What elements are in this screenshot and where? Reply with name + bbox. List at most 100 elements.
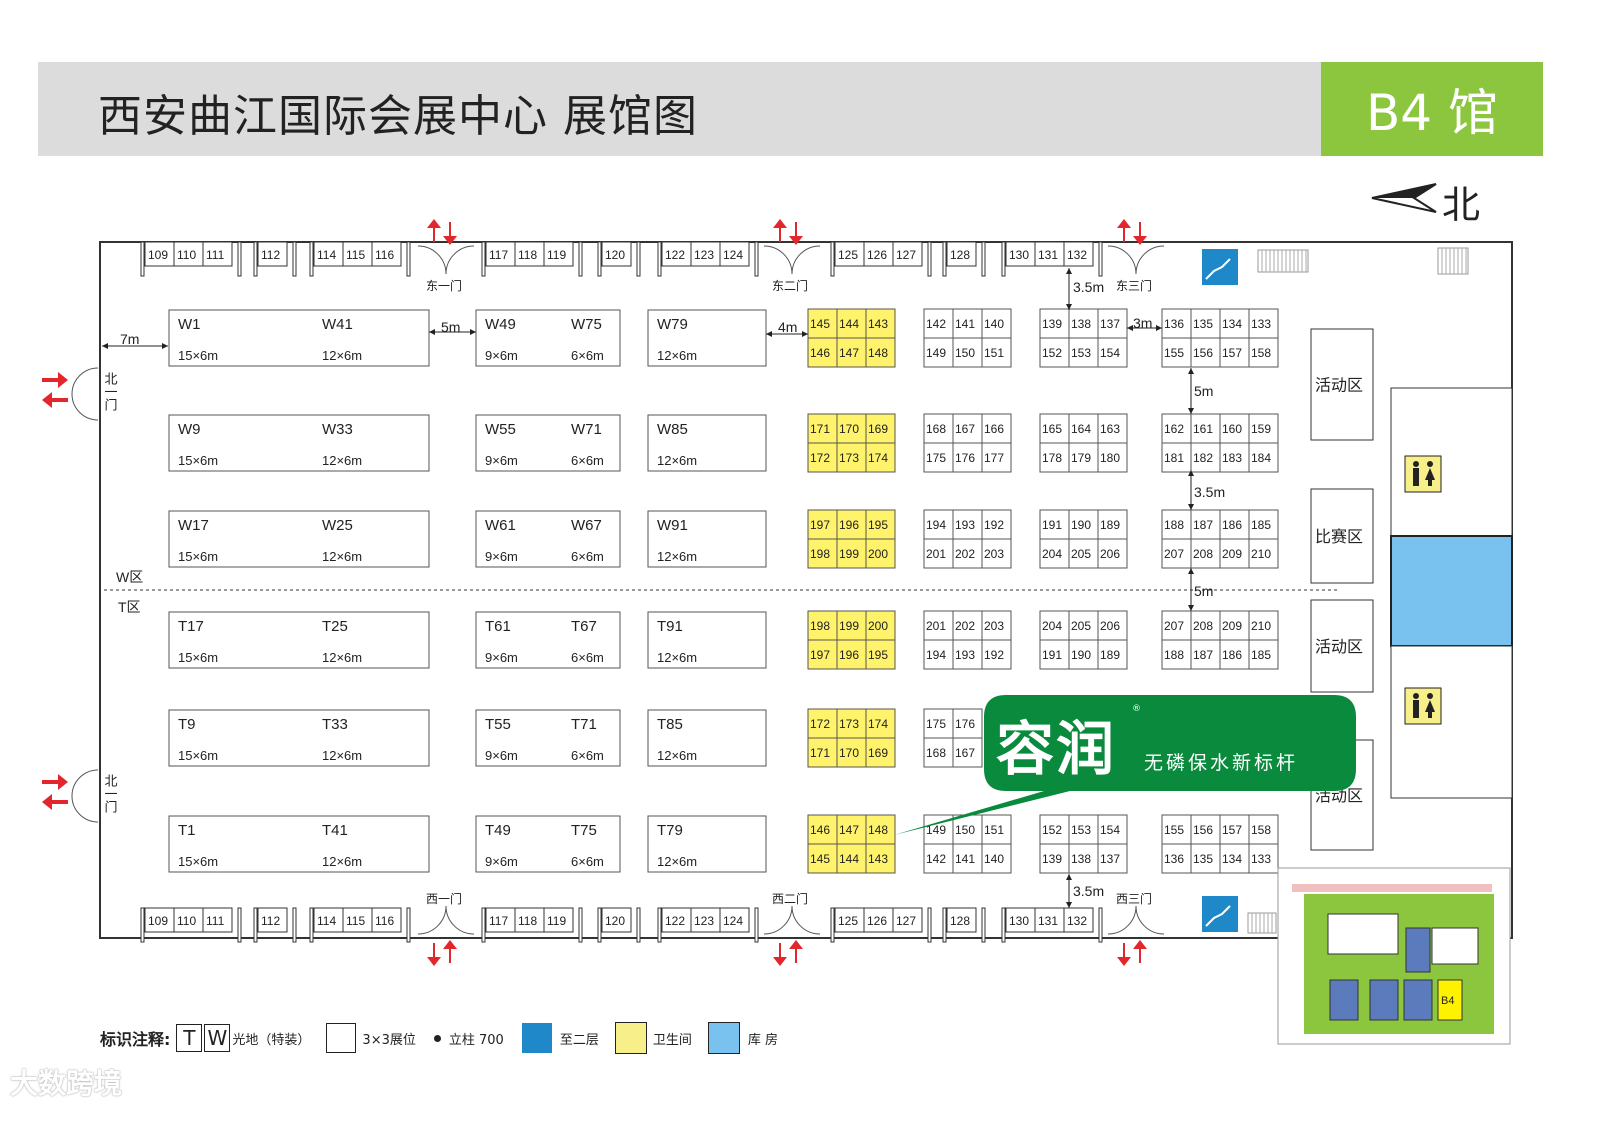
std-booth-label: 140 [984, 317, 1004, 331]
north-door-swing [71, 769, 99, 823]
raw-space-booth-size: 9×6m [485, 650, 518, 665]
std-booth-label: 208 [1193, 619, 1213, 633]
legend-restroom-icon [614, 1022, 647, 1054]
std-booth-label: 192 [984, 648, 1004, 662]
bottom-edge-booth-label: 124 [723, 914, 743, 928]
distance-label: 3.5m [1073, 279, 1104, 295]
std-booth-label: 198 [810, 547, 830, 561]
bottom-edge-booth-label: 120 [605, 914, 625, 928]
bottom-edge-booth-label: 118 [518, 914, 537, 928]
raw-space-booth-id: W61 [485, 517, 516, 534]
distance-label: 5m [441, 319, 460, 335]
raw-space-booth-size: 12×6m [657, 650, 697, 665]
std-booth-label: 194 [926, 518, 946, 532]
std-booth-label: 164 [1071, 422, 1091, 436]
top-edge-booth-label: 112 [261, 248, 280, 262]
door-label-east: 东二门 [772, 278, 808, 293]
std-booth-label: 138 [1071, 317, 1091, 331]
raw-space-booth-id: W55 [485, 421, 516, 438]
inset-map-hall [1405, 927, 1431, 973]
zone-label-t: T区 [118, 599, 141, 615]
edge-pillar [406, 907, 411, 943]
std-booth-label: 191 [1042, 518, 1062, 532]
raw-space-booth-size: 12×6m [322, 854, 362, 869]
std-booth-label: 141 [955, 317, 975, 331]
activity-zone-label: 活动区 [1315, 377, 1363, 395]
door-swing [1107, 245, 1165, 275]
std-booth-label: 142 [926, 317, 946, 331]
std-booth-label: 207 [1164, 547, 1184, 561]
restroom-icon-man-body [1413, 468, 1419, 486]
std-booth-label: 173 [839, 717, 859, 731]
legend-w-box: W [204, 1024, 231, 1052]
std-booth-label: 165 [1042, 422, 1062, 436]
std-booth-label: 190 [1071, 518, 1091, 532]
std-booth-label: 159 [1251, 422, 1271, 436]
distance-label: 3m [1133, 315, 1152, 331]
distance-label: 5m [1194, 383, 1213, 399]
top-edge-booth-label: 110 [177, 248, 196, 262]
std-booth-label: 196 [839, 518, 859, 532]
std-booth-label: 176 [955, 451, 975, 465]
edge-pillar [140, 241, 145, 277]
distance-label: 3.5m [1194, 484, 1225, 500]
ad-slogan: 无磷保水新标杆 [1144, 752, 1299, 774]
std-booth-label: 206 [1100, 547, 1120, 561]
raw-space-booth-size: 12×6m [322, 748, 362, 763]
std-booth-label: 146 [810, 823, 830, 837]
std-booth-label: 205 [1071, 619, 1091, 633]
std-booth-label: 137 [1100, 852, 1120, 866]
distance-label: 3.5m [1073, 883, 1104, 899]
std-booth-label: 181 [1164, 451, 1184, 465]
edge-pillar [830, 907, 835, 943]
bottom-edge-booth-label: 109 [148, 914, 168, 928]
std-booth-label: 193 [955, 648, 975, 662]
std-booth-label: 180 [1100, 451, 1120, 465]
distance-label: 4m [778, 319, 797, 335]
std-booth-label: 156 [1193, 346, 1213, 360]
door-swing [417, 905, 475, 935]
bottom-edge-booth-label: 130 [1009, 914, 1029, 928]
std-booth-label: 166 [984, 422, 1004, 436]
legend-std-booth: 3×3展位 [362, 1032, 416, 1048]
raw-space-booth-size: 9×6m [485, 348, 518, 363]
std-booth-label: 152 [1042, 346, 1062, 360]
bottom-edge-booth-label: 131 [1038, 914, 1058, 928]
zone-label-w: W区 [116, 569, 143, 585]
bottom-edge-booth-label: 128 [950, 914, 970, 928]
legend-stairs: 至二层 [559, 1032, 599, 1048]
raw-space-booth-id: T41 [322, 822, 348, 839]
edge-pillar [830, 241, 835, 277]
std-booth-label: 136 [1164, 852, 1184, 866]
edge-pillar [1098, 907, 1103, 943]
std-booth-label: 189 [1100, 648, 1120, 662]
std-booth-label: 162 [1164, 422, 1184, 436]
edge-pillar [927, 241, 932, 277]
bottom-edge-booth-label: 112 [261, 914, 280, 928]
raw-space-booth-size: 15×6m [178, 650, 218, 665]
raw-space-booth-size: 9×6m [485, 549, 518, 564]
watermark: 大数跨境 [10, 1067, 123, 1100]
raw-space-booth-size: 6×6m [571, 549, 604, 564]
top-edge-booth-label: 130 [1009, 248, 1029, 262]
legend-restroom: 卫生间 [652, 1032, 692, 1048]
edge-pillar [754, 241, 759, 277]
std-booth-label: 186 [1222, 648, 1242, 662]
edge-pillar [927, 907, 932, 943]
std-booth-label: 150 [955, 823, 975, 837]
std-booth-label: 175 [926, 717, 946, 731]
std-booth-label: 178 [1042, 451, 1062, 465]
std-booth-label: 138 [1071, 852, 1091, 866]
std-booth-label: 203 [984, 619, 1004, 633]
legend-storage: 库 房 [747, 1032, 778, 1048]
door-swing [417, 245, 475, 275]
edge-pillar [636, 241, 641, 277]
raw-space-booth-id: W75 [571, 316, 602, 333]
raw-space-booth-size: 15×6m [178, 348, 218, 363]
std-booth-label: 137 [1100, 317, 1120, 331]
raw-space-booth-size: 12×6m [322, 650, 362, 665]
edge-pillar [657, 241, 662, 277]
distance-label: 7m [120, 331, 139, 347]
top-edge-booth-label: 117 [489, 248, 508, 262]
std-booth-label: 167 [955, 422, 975, 436]
